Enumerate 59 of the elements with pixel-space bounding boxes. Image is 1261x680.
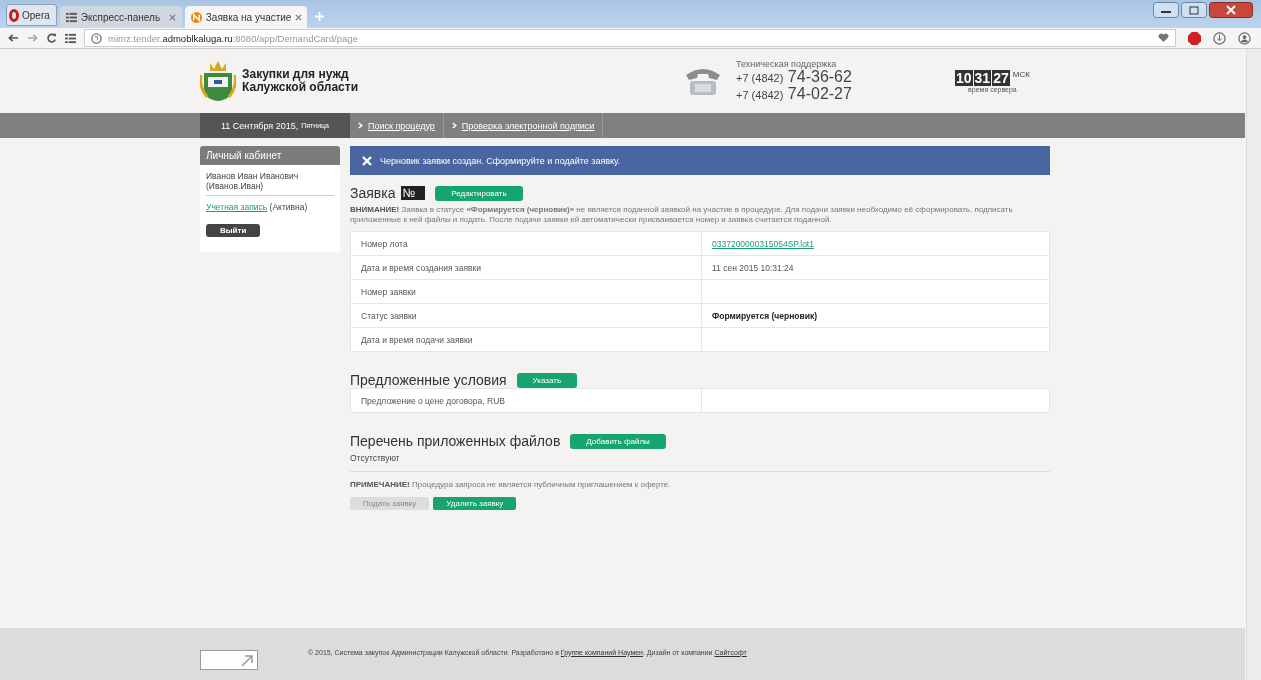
stop-sign-icon[interactable] bbox=[1188, 31, 1201, 45]
table-cell: Предложение о цене договора, RUB bbox=[351, 389, 702, 412]
chevron-icon bbox=[451, 122, 457, 129]
chevron-icon bbox=[358, 122, 363, 129]
specify-button[interactable]: Указать bbox=[516, 372, 578, 388]
heart-icon[interactable] bbox=[1158, 33, 1169, 43]
notice-text: Черновик заявки создан. Сформируйте и подайте заявку. bbox=[380, 155, 621, 166]
phone-number: +7 (4842) 74-02-27 bbox=[736, 86, 852, 103]
empty-files-text: Отсутствуют bbox=[350, 453, 401, 463]
table-cell: Номер заявки bbox=[351, 280, 702, 303]
clock-digits: 31 bbox=[973, 69, 992, 86]
minimize-icon[interactable] bbox=[1153, 2, 1179, 18]
application-number: № bbox=[401, 186, 426, 200]
close-icon[interactable] bbox=[1209, 2, 1253, 18]
account-status: (Активна) bbox=[269, 202, 308, 212]
action-button[interactable]: Удалить заявку bbox=[433, 497, 517, 510]
site-icon bbox=[190, 11, 202, 23]
back-icon[interactable] bbox=[8, 33, 19, 43]
table-cell: Номер лота bbox=[351, 232, 702, 255]
support-label: Техническая поддержка bbox=[736, 59, 838, 69]
note-text: ПРИМЕЧАНИЕ! Процедура запроса не является публичным приглашением к оферте. bbox=[350, 471, 1050, 489]
section-heading: Предложенные условия bbox=[350, 372, 507, 388]
coat-of-arms-icon bbox=[200, 59, 236, 103]
counter-badge-icon bbox=[200, 650, 258, 670]
phone-number: +7 (4842) 74-36-62 bbox=[736, 69, 852, 86]
user-icon[interactable] bbox=[1238, 31, 1251, 45]
account-link[interactable]: Учетная запись bbox=[206, 202, 268, 212]
section-heading: Перечень приложенных файлов bbox=[350, 433, 561, 449]
nav-link[interactable]: Поиск процедур bbox=[350, 113, 444, 138]
table-cell: Дата и время подачи заявки bbox=[351, 328, 702, 351]
user-name: Иванов Иван Иванович (Иванов.Иван) bbox=[206, 165, 334, 196]
close-icon[interactable] bbox=[295, 13, 303, 21]
table-value: 11 сен 2015 10:31:24 bbox=[712, 262, 794, 273]
download-icon[interactable] bbox=[1213, 31, 1226, 45]
logout-button[interactable]: Выйти bbox=[206, 224, 261, 237]
section-heading: Заявка bbox=[350, 185, 396, 201]
timezone-label: МСК bbox=[1012, 69, 1030, 79]
clock-digits: 10 bbox=[955, 69, 973, 86]
sidebar-title: Личный кабинет bbox=[200, 146, 340, 165]
nav-link[interactable]: Проверка электронной подписи bbox=[443, 113, 604, 138]
status-value: Формируется (черновик) bbox=[712, 310, 817, 321]
site-title: Закупки для нужд bbox=[242, 68, 349, 81]
site-title: Калужской области bbox=[242, 81, 358, 94]
scrollbar[interactable] bbox=[1246, 49, 1261, 680]
add-files-button[interactable]: Добавить файлы bbox=[570, 433, 666, 449]
address-field[interactable]: mimz.tender.admoblkaluga.ru:8080/app/DemandCard/page bbox=[84, 29, 1176, 47]
warning-text: ВНИМАНИЕ! Заявка в статусе «Формируется (черновик)» не является поданной заявкой на участие в процедуре. Для подачи заявки необходимо её сформировать, подписать приложенные к ней файлы и подать. После подачи заявки ей автоматически присваивается номер и заявка считается поданной. bbox=[350, 205, 1014, 225]
browser-tab[interactable]: Экспресс-панель bbox=[59, 6, 182, 28]
url-text: mimz.tender.admoblkaluga.ru:8080/app/DemandCard/page bbox=[108, 32, 359, 44]
grid-icon[interactable] bbox=[65, 32, 76, 44]
clock-digits: 27 bbox=[992, 69, 1010, 86]
edit-button[interactable]: Редактировать bbox=[435, 185, 523, 201]
lot-link[interactable]: 0337200000315054SP.lot1 bbox=[712, 238, 814, 249]
reload-icon[interactable] bbox=[46, 33, 57, 43]
table-cell: Дата и время создания заявки bbox=[351, 256, 702, 279]
browser-tab[interactable]: Заявка на участие bbox=[184, 6, 307, 28]
table-cell: Статус заявки bbox=[351, 304, 702, 327]
grid-icon bbox=[65, 11, 77, 23]
opera-menu-button[interactable]: Opera bbox=[6, 4, 57, 26]
